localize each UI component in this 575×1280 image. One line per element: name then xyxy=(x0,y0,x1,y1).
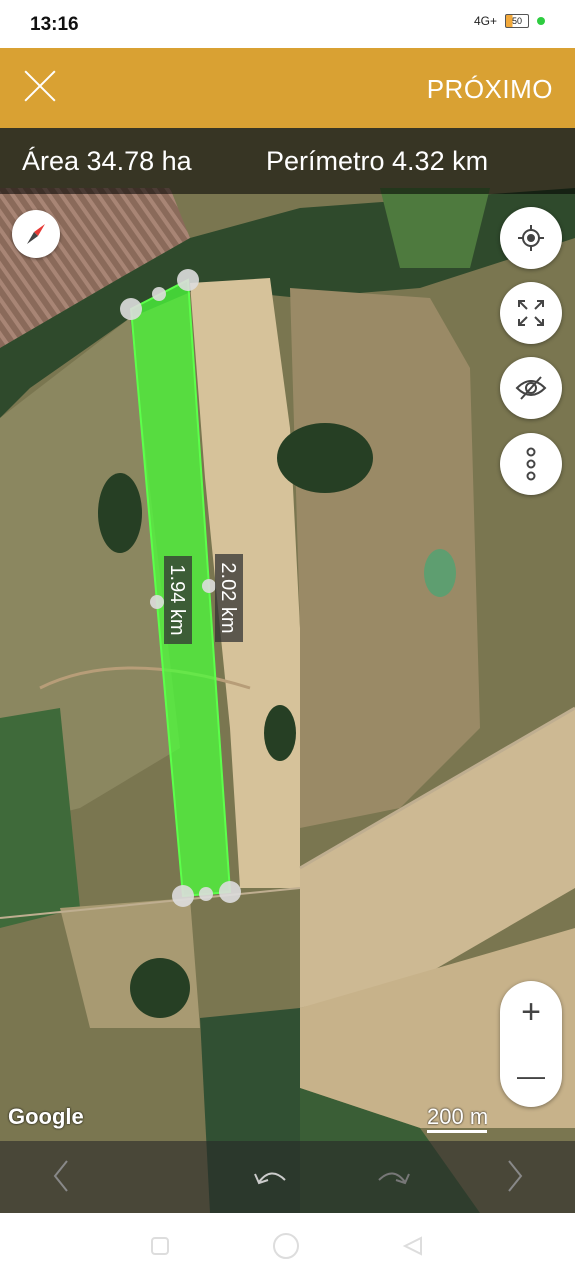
app-bar: PRÓXIMO xyxy=(0,48,575,128)
measurement-summary: Área 34.78 ha Perímetro 4.32 km xyxy=(0,128,575,194)
back-icon[interactable] xyxy=(398,1231,428,1261)
recents-icon[interactable] xyxy=(145,1231,175,1261)
perimeter-value: Perímetro 4.32 km xyxy=(266,146,489,176)
edit-toolbar xyxy=(0,1141,575,1213)
network-indicator: 4G+ xyxy=(473,14,497,28)
compass-icon[interactable] xyxy=(12,210,60,258)
vertex-handle[interactable] xyxy=(177,269,199,291)
edge-length-label: 1.94 km xyxy=(166,564,188,635)
map-view[interactable]: 2.02 km 1.94 km Área 34.78 ha Perímetro … xyxy=(0,128,575,1213)
status-icons: 4G+ 50 xyxy=(474,14,545,28)
zoom-out-button[interactable]: — xyxy=(500,1044,562,1107)
midpoint-handle[interactable] xyxy=(150,595,164,609)
zoom-controls: + — xyxy=(500,981,562,1107)
zoom-in-button[interactable]: + xyxy=(500,981,562,1044)
scale-bar: 200 m xyxy=(427,1104,487,1133)
midpoint-handle[interactable] xyxy=(199,887,213,901)
redo-icon[interactable] xyxy=(368,1151,418,1201)
google-attribution: Google xyxy=(8,1104,84,1129)
status-time: 13:16 xyxy=(30,14,79,35)
home-icon[interactable] xyxy=(271,1231,301,1261)
battery-icon: 50 xyxy=(505,14,529,28)
undo-icon[interactable] xyxy=(246,1151,296,1201)
vertex-handle[interactable] xyxy=(120,298,142,320)
close-icon[interactable] xyxy=(22,68,58,104)
edge-length-label: 2.02 km xyxy=(217,562,239,633)
notification-dot-icon xyxy=(537,17,545,25)
vertex-handle[interactable] xyxy=(172,885,194,907)
my-location-icon[interactable] xyxy=(500,207,562,269)
system-nav-bar xyxy=(0,1213,575,1280)
vertex-handle[interactable] xyxy=(219,881,241,903)
next-button[interactable]: PRÓXIMO xyxy=(427,74,553,105)
chevron-left-icon[interactable] xyxy=(36,1151,86,1201)
status-bar: 13:16 4G+ 50 xyxy=(0,0,575,48)
chevron-right-icon[interactable] xyxy=(490,1151,540,1201)
midpoint-handle[interactable] xyxy=(202,579,216,593)
fullscreen-icon[interactable] xyxy=(500,282,562,344)
more-vert-icon[interactable] xyxy=(500,433,562,495)
visibility-off-icon[interactable] xyxy=(500,357,562,419)
measured-polygon[interactable]: 2.02 km 1.94 km xyxy=(0,128,575,1213)
midpoint-handle[interactable] xyxy=(152,287,166,301)
area-value: Área 34.78 ha xyxy=(22,146,192,176)
